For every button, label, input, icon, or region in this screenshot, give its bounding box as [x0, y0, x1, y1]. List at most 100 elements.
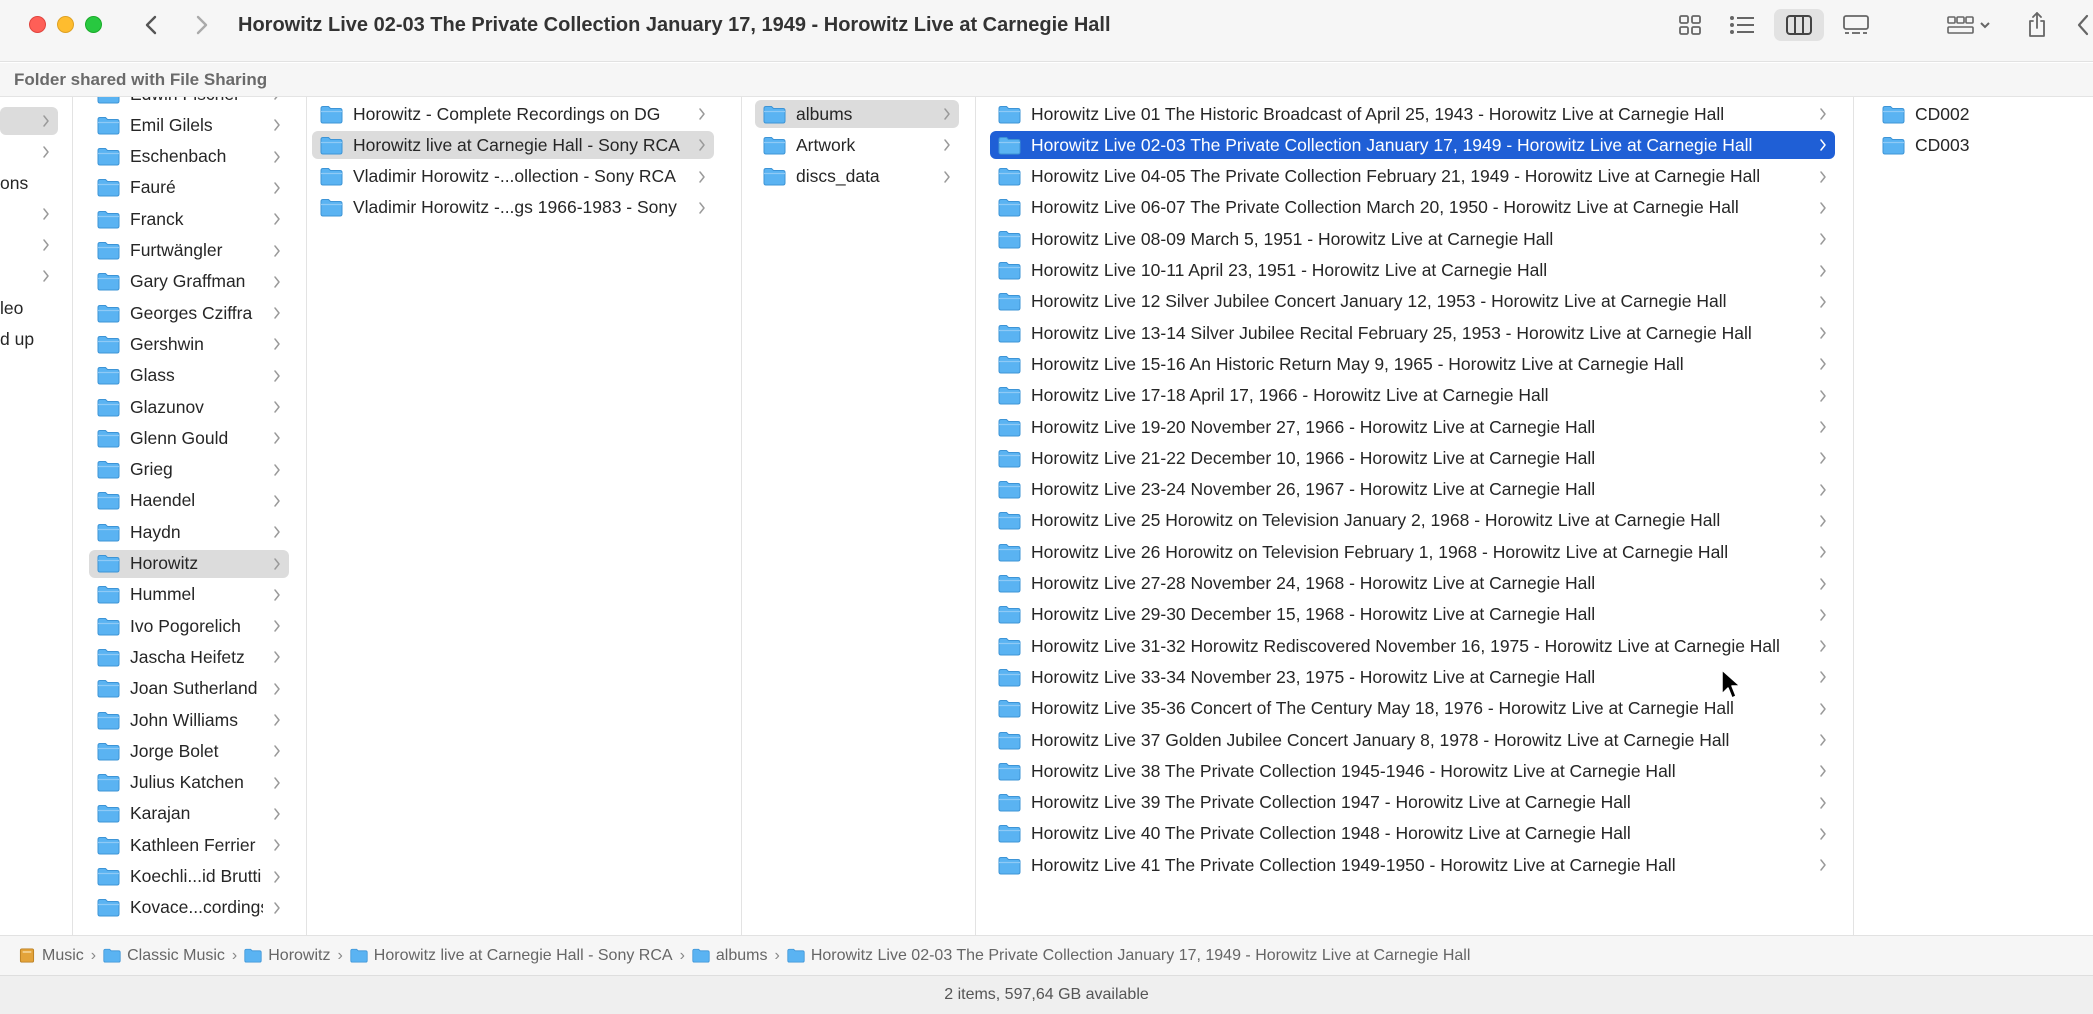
chevron-right-icon — [699, 170, 705, 183]
album-folder-row[interactable]: Horowitz Live 35-36 Concert of The Centu… — [990, 695, 1835, 723]
album-folder-row[interactable]: Horowitz Live 01 The Historic Broadcast … — [990, 100, 1835, 128]
album-folder-label: Horowitz Live 25 Horowitz on Television … — [1031, 510, 1721, 531]
artist-folder-row[interactable]: Georges Cziffra — [89, 299, 289, 327]
artist-folder-row[interactable]: Eschenbach — [89, 143, 289, 171]
breadcrumb-item[interactable]: Horowitz — [244, 947, 330, 965]
artist-folder-row[interactable]: Gary Graffman — [89, 268, 289, 296]
album-folder-row[interactable]: Horowitz Live 25 Horowitz on Television … — [990, 507, 1835, 535]
artist-folder-row[interactable]: Fauré — [89, 174, 289, 202]
album-folder-row[interactable]: Horowitz Live 27-28 November 24, 1968 - … — [990, 570, 1835, 598]
forward-icon[interactable] — [186, 10, 216, 40]
artist-folder-row[interactable]: Haydn — [89, 518, 289, 546]
album-folder-row[interactable]: Horowitz Live 04-05 The Private Collecti… — [990, 163, 1835, 191]
album-folder-row[interactable]: Horowitz Live 37 Golden Jubilee Concert … — [990, 726, 1835, 754]
collection-folder-row[interactable]: Vladimir Horowitz -...gs 1966-1983 - Son… — [312, 194, 714, 222]
more-icon[interactable] — [2070, 9, 2093, 41]
folder-icon — [97, 742, 120, 761]
list-view-icon[interactable] — [1724, 9, 1760, 41]
artist-folder-row[interactable]: Hummel — [89, 581, 289, 609]
icon-view-icon[interactable] — [1673, 9, 1707, 41]
collection-folder-row[interactable]: Horowitz live at Carnegie Hall - Sony RC… — [312, 131, 714, 160]
disc-folder-label: CD002 — [1915, 103, 1970, 124]
breadcrumb-item[interactable]: albums — [692, 947, 767, 965]
artist-folder-row[interactable]: Furtwängler — [89, 237, 289, 265]
artist-folder-row[interactable]: Haendel — [89, 487, 289, 515]
album-folder-row[interactable]: Horowitz Live 08-09 March 5, 1951 - Horo… — [990, 225, 1835, 253]
album-folder-row[interactable]: Horowitz Live 31-32 Horowitz Rediscovere… — [990, 632, 1835, 660]
music-drive-icon — [19, 948, 35, 963]
close-window-button[interactable] — [29, 16, 46, 33]
artist-folder-row[interactable]: Ivo Pogorelich — [89, 612, 289, 640]
artist-folder-row[interactable]: Jorge Bolet — [89, 737, 289, 765]
album-folder-row[interactable]: Horowitz Live 15-16 An Historic Return M… — [990, 350, 1835, 378]
artist-folder-row[interactable]: Emil Gilels — [89, 111, 289, 139]
album-folder-row[interactable]: Horowitz Live 39 The Private Collection … — [990, 789, 1835, 817]
album-folder-row[interactable]: Horowitz Live 38 The Private Collection … — [990, 757, 1835, 785]
disc-folder-row[interactable]: CD003 — [1874, 131, 2084, 159]
artist-folder-row[interactable]: Glazunov — [89, 393, 289, 421]
chevron-right-icon — [1820, 671, 1826, 684]
artist-folder-row[interactable]: Karajan — [89, 800, 289, 828]
artist-folder-row[interactable]: Edwin Fischer — [89, 97, 289, 108]
album-folder-row[interactable]: Horowitz Live 13-14 Silver Jubilee Recit… — [990, 319, 1835, 347]
album-folder-row[interactable]: Horowitz Live 02-03 The Private Collecti… — [990, 131, 1835, 160]
artist-folder-row[interactable]: Kathleen Ferrier — [89, 831, 289, 859]
share-icon[interactable] — [2022, 9, 2052, 41]
subfolder-row[interactable]: albums — [755, 100, 959, 128]
partial-row[interactable]: d up — [0, 325, 58, 353]
artist-folder-row[interactable]: Kovace...cordings — [89, 894, 289, 922]
folder-icon — [998, 762, 1021, 781]
collection-folder-row[interactable]: Vladimir Horowitz -...ollection - Sony R… — [312, 163, 714, 191]
album-folder-row[interactable]: Horowitz Live 29-30 December 15, 1968 - … — [990, 601, 1835, 629]
album-folder-row[interactable]: Horowitz Live 06-07 The Private Collecti… — [990, 194, 1835, 222]
partial-row[interactable]: leo — [0, 294, 58, 322]
album-folder-row[interactable]: Horowitz Live 40 The Private Collection … — [990, 820, 1835, 848]
album-folder-row[interactable]: Horowitz Live 21-22 December 10, 1966 - … — [990, 444, 1835, 472]
album-folder-row[interactable]: Horowitz Live 26 Horowitz on Television … — [990, 538, 1835, 566]
artist-folder-row[interactable]: John Williams — [89, 706, 289, 734]
album-folder-row[interactable]: Horowitz Live 17-18 April 17, 1966 - Hor… — [990, 382, 1835, 410]
folder-icon — [998, 637, 1021, 656]
partial-row[interactable] — [0, 231, 58, 259]
minimize-window-button[interactable] — [57, 16, 74, 33]
artist-folder-row[interactable]: Glass — [89, 362, 289, 390]
partial-row[interactable] — [0, 138, 58, 166]
album-folder-row[interactable]: Horowitz Live 10-11 April 23, 1951 - Hor… — [990, 257, 1835, 285]
partial-row[interactable] — [0, 200, 58, 228]
window-title: Horowitz Live 02-03 The Private Collecti… — [238, 14, 1111, 36]
artist-folder-row[interactable]: Julius Katchen — [89, 769, 289, 797]
album-folder-row[interactable]: Horowitz Live 19-20 November 27, 1966 - … — [990, 413, 1835, 441]
artist-folder-row[interactable]: Gershwin — [89, 330, 289, 358]
album-folder-row[interactable]: Horowitz Live 33-34 November 23, 1975 - … — [990, 663, 1835, 691]
artist-folder-row[interactable]: Glenn Gould — [89, 424, 289, 452]
album-folder-row[interactable]: Horowitz Live 41 The Private Collection … — [990, 851, 1835, 879]
disc-folder-row[interactable]: CD002 — [1874, 100, 2084, 128]
artist-folder-row[interactable]: Grieg — [89, 456, 289, 484]
chevron-right-icon — [1820, 609, 1826, 621]
zoom-window-button[interactable] — [85, 16, 102, 33]
breadcrumb-item[interactable]: Music — [18, 947, 84, 965]
gallery-view-icon[interactable] — [1838, 9, 1874, 41]
shared-folder-banner: Folder shared with File Sharing — [0, 63, 2093, 97]
artist-folder-row[interactable]: Jascha Heifetz — [89, 643, 289, 671]
album-folder-row[interactable]: Horowitz Live 12 Silver Jubilee Concert … — [990, 288, 1835, 316]
breadcrumb-item[interactable]: Horowitz live at Carnegie Hall - Sony RC… — [350, 947, 673, 965]
artist-folder-row[interactable]: Joan Sutherland — [89, 675, 289, 703]
subfolder-row[interactable]: discs_data — [755, 163, 959, 191]
chevron-right-icon — [1820, 702, 1826, 715]
breadcrumb-item[interactable]: Classic Music — [103, 947, 225, 965]
artist-folder-row[interactable]: Horowitz — [89, 549, 289, 578]
artist-folder-label: Emil Gilels — [130, 114, 213, 135]
artist-folder-row[interactable]: Franck — [89, 205, 289, 233]
subfolder-row[interactable]: Artwork — [755, 131, 959, 159]
partial-row[interactable]: ons — [0, 169, 58, 197]
breadcrumb-item[interactable]: Horowitz Live 02-03 The Private Collecti… — [787, 947, 1470, 965]
group-icon[interactable] — [1942, 9, 1998, 41]
back-icon[interactable] — [137, 10, 167, 40]
partial-row[interactable] — [0, 262, 58, 290]
column-view-icon[interactable] — [1774, 9, 1824, 41]
collection-folder-row[interactable]: Horowitz - Complete Recordings on DG — [312, 100, 714, 128]
partial-selected-row[interactable] — [0, 107, 58, 135]
artist-folder-row[interactable]: Koechli...id Brutti — [89, 863, 289, 891]
album-folder-row[interactable]: Horowitz Live 23-24 November 26, 1967 - … — [990, 476, 1835, 504]
